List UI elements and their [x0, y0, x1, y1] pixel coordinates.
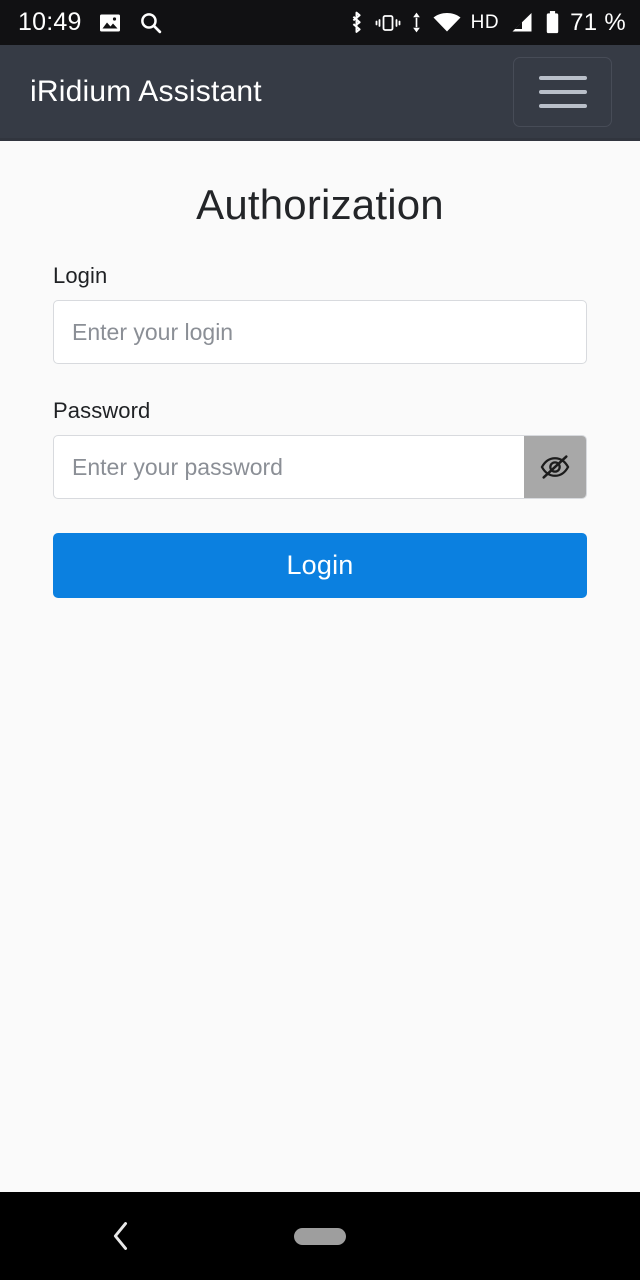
vibrate-icon	[375, 12, 401, 34]
status-bar: 10:49 HD 71 %	[0, 0, 640, 45]
cellular-signal-icon	[508, 11, 535, 34]
status-bar-right: HD 71 %	[347, 9, 626, 37]
bluetooth-icon	[347, 10, 366, 35]
login-input[interactable]	[53, 300, 587, 364]
login-submit-button[interactable]: Login	[53, 533, 587, 598]
menu-line-2	[538, 89, 587, 94]
login-field-label: Login	[53, 263, 108, 288]
back-chevron-icon[interactable]	[108, 1219, 134, 1253]
hd-icon: HD	[470, 11, 500, 33]
home-pill-icon[interactable]	[294, 1227, 346, 1245]
main-content: Authorization Login Password Login	[0, 141, 640, 598]
password-input[interactable]	[53, 435, 587, 499]
wifi-icon	[432, 11, 462, 34]
page-title: Authorization	[196, 181, 444, 228]
data-transfer-icon	[410, 11, 423, 34]
app-bar: iRidium Assistant	[0, 45, 640, 141]
android-nav-bar	[0, 1192, 640, 1280]
gallery-icon	[98, 11, 122, 35]
battery-percent-label: 71 %	[570, 8, 626, 36]
search-icon	[138, 10, 163, 35]
password-field-wrapper	[53, 435, 587, 499]
phone-screen: 10:49 HD 71 % iRidium Assistant Authoriz…	[0, 0, 640, 1280]
battery-icon	[544, 10, 561, 35]
status-bar-clock: 10:49	[18, 8, 82, 36]
hamburger-menu-icon[interactable]	[513, 56, 612, 127]
status-bar-left: 10:49	[18, 8, 163, 37]
menu-line-1	[538, 75, 587, 80]
password-field-label: Password	[53, 398, 151, 423]
eye-slash-icon[interactable]	[524, 436, 586, 498]
app-title: iRidium Assistant	[30, 74, 262, 108]
menu-line-3	[538, 103, 587, 108]
